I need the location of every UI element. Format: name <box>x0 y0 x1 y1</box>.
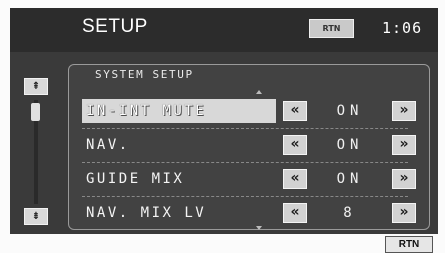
double-right-chevron-icon[interactable]: » <box>392 135 416 155</box>
double-left-chevron-icon[interactable]: « <box>283 169 307 189</box>
setting-row-nav[interactable]: NAV. « ON » <box>76 128 416 163</box>
double-left-chevron-icon[interactable]: « <box>283 203 307 223</box>
double-left-chevron-icon[interactable]: « <box>283 135 307 155</box>
double-down-arrow-icon[interactable]: ⇟ <box>24 208 48 225</box>
rtn-button-footer[interactable]: RTN <box>385 236 433 253</box>
double-right-chevron-icon[interactable]: » <box>392 101 416 121</box>
setting-label[interactable]: NAV. MIX LV <box>82 201 276 225</box>
setup-screen: SETUP RTN 1:06 ⇞ ⇟ SYSTEM SETUP IN-INT M… <box>0 0 445 253</box>
double-right-chevron-icon[interactable]: » <box>392 169 416 189</box>
setting-row-in-int-mute[interactable]: IN-INT MUTE « ON » <box>76 94 416 129</box>
double-right-chevron-icon[interactable]: » <box>392 203 416 223</box>
setting-label[interactable]: IN-INT MUTE <box>82 99 276 123</box>
scroll-more-down-icon <box>256 226 262 230</box>
panel-title: SYSTEM SETUP <box>95 68 194 81</box>
setting-value: ON <box>336 171 364 187</box>
rtn-footer-label: RTN <box>398 239 420 250</box>
clock-display: 1:06 <box>382 19 423 37</box>
double-up-arrow-icon[interactable]: ⇞ <box>24 78 48 95</box>
setting-label[interactable]: GUIDE MIX <box>82 167 276 191</box>
setting-value: ON <box>336 103 364 119</box>
setting-value: 8 <box>343 205 357 221</box>
page-title: SETUP <box>82 16 148 37</box>
setting-label[interactable]: NAV. <box>82 133 276 157</box>
setting-value: ON <box>336 137 364 153</box>
rtn-header-label: RTN <box>322 24 341 33</box>
setting-row-guide-mix[interactable]: GUIDE MIX « ON » <box>76 162 416 197</box>
setting-row-nav-mix-lv[interactable]: NAV. MIX LV « 8 » <box>76 196 416 230</box>
double-left-chevron-icon[interactable]: « <box>283 101 307 121</box>
footer-strip <box>10 234 438 253</box>
scroll-thumb[interactable] <box>31 103 40 121</box>
rtn-button-header[interactable]: RTN <box>309 19 354 38</box>
header-bar: SETUP RTN 1:06 <box>10 8 438 54</box>
scrollbar[interactable]: ⇞ ⇟ <box>24 78 48 225</box>
